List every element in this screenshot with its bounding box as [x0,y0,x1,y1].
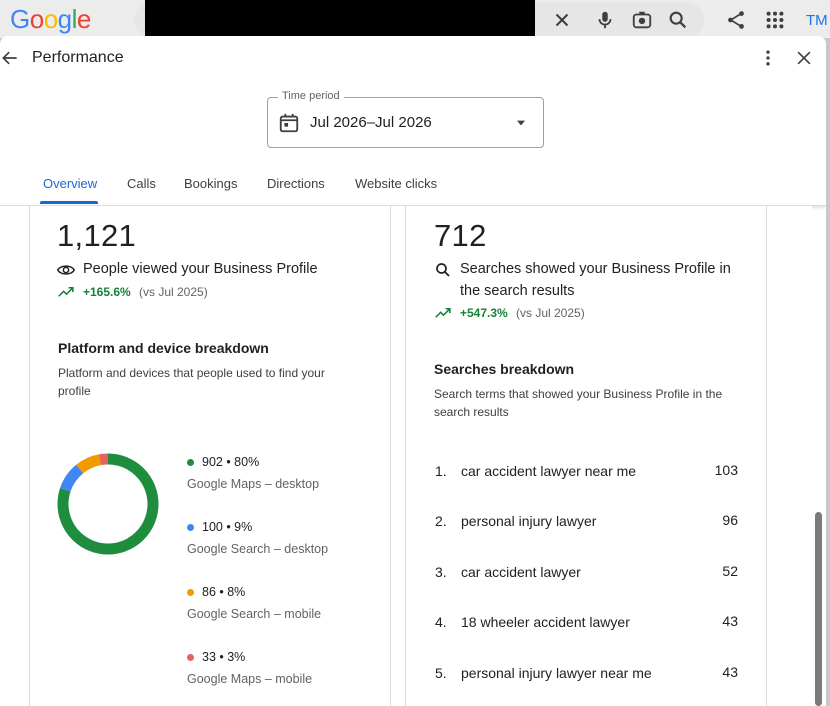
platform-desc-line1: Platform and devices that people used to… [58,366,325,380]
time-period-label: Time period [278,90,344,102]
tab-overview[interactable]: Overview [43,176,97,191]
redacted-search-query [145,0,535,38]
page-title: Performance [32,49,124,66]
microphone-icon[interactable] [594,9,616,31]
search-count-1: 103 [714,462,738,478]
performance-panel: Performance Time period Jul 2026–Jul 202… [0,36,826,706]
searches-breakdown-desc-line1: Search terms that showed your Business P… [434,387,723,401]
search-rank-3: 3. [435,564,447,580]
search-rank-4: 4. [435,614,447,630]
trending-up-icon [58,286,74,297]
search-count-3: 52 [722,563,738,579]
search-count-2: 96 [722,512,738,528]
tab-directions[interactable]: Directions [267,176,325,191]
search-term-1: car accident lawyer near me [461,463,637,479]
scrollbar-thumb[interactable] [815,512,822,706]
searches-compare: (vs Jul 2025) [516,306,585,320]
dropdown-caret-icon [516,120,526,126]
legend-label-search-mobile: Google Search – mobile [187,607,322,621]
tab-website-clicks[interactable]: Website clicks [355,176,437,191]
legend-label-maps-mobile: Google Maps – mobile [187,672,313,686]
platform-donut-chart [57,453,159,555]
legend-label-search-desktop: Google Search – desktop [187,542,329,556]
legend-dot-search-desktop [187,524,194,531]
overview-content: 1,121 People viewed your Business Profil… [0,206,812,706]
search-rank-2: 2. [435,513,447,529]
camera-lens-icon[interactable] [631,9,653,31]
views-change: +165.6% [83,285,131,299]
back-arrow-icon[interactable] [0,48,20,68]
eye-icon [57,265,75,275]
scrollbar[interactable] [814,212,823,706]
search-term-5: personal injury lawyer near me [461,665,652,681]
platform-desc-line2: profile [58,384,91,398]
searches-breakdown-title: Searches breakdown [434,361,575,377]
tab-bar: Overview Calls Bookings Directions Websi… [0,164,826,206]
tab-calls[interactable]: Calls [127,176,156,191]
share-icon[interactable] [725,9,747,31]
search-term-2: personal injury lawyer [461,513,597,529]
legend-value-maps-mobile: 33 • 3% [202,650,246,664]
google-logo[interactable]: Google [10,4,91,35]
legend-label-maps-desktop: Google Maps – desktop [187,477,320,491]
time-period-select[interactable]: Time period Jul 2026–Jul 2026 [267,90,544,148]
panel-top-bar: Performance [0,36,826,82]
close-icon[interactable] [794,48,814,68]
platform-title: Platform and device breakdown [58,340,269,356]
search-count-5: 43 [722,664,738,680]
legend-dot-maps-desktop [187,459,194,466]
active-tab-indicator [40,201,98,204]
account-avatar[interactable]: TM [806,12,828,29]
legend-value-search-desktop: 100 • 9% [202,520,253,534]
apps-grid-icon[interactable] [764,9,786,31]
search-rank-1: 1. [435,463,447,479]
legend-dot-search-mobile [187,589,194,596]
search-count-4: 43 [722,613,738,629]
views-label: People viewed your Business Profile [83,261,318,277]
searches-label-line1: Searches showed your Business Profile in [460,261,731,277]
search-icon [436,263,450,277]
searches-label-line2: the search results [460,283,575,299]
legend-dot-maps-mobile [187,654,194,661]
search-icon[interactable] [667,9,689,31]
trending-up-icon [435,307,451,318]
search-term-3: car accident lawyer [461,564,581,580]
google-search-header: Google TM [0,0,830,38]
tab-bookings[interactable]: Bookings [184,176,237,191]
search-rank-5: 5. [435,665,447,681]
clear-search-icon[interactable] [551,9,573,31]
searches-change: +547.3% [460,306,508,320]
legend-value-maps-desktop: 902 • 80% [202,455,260,469]
time-period-value: Jul 2026–Jul 2026 [310,114,432,131]
more-options-icon[interactable] [758,48,778,68]
searches-count: 712 [434,218,487,253]
searches-breakdown-desc-line2: search results [434,405,509,419]
search-term-4: 18 wheeler accident lawyer [461,614,630,630]
views-compare: (vs Jul 2025) [139,285,208,299]
legend-value-search-mobile: 86 • 8% [202,585,246,599]
views-count: 1,121 [57,218,137,253]
calendar-icon [279,113,299,133]
